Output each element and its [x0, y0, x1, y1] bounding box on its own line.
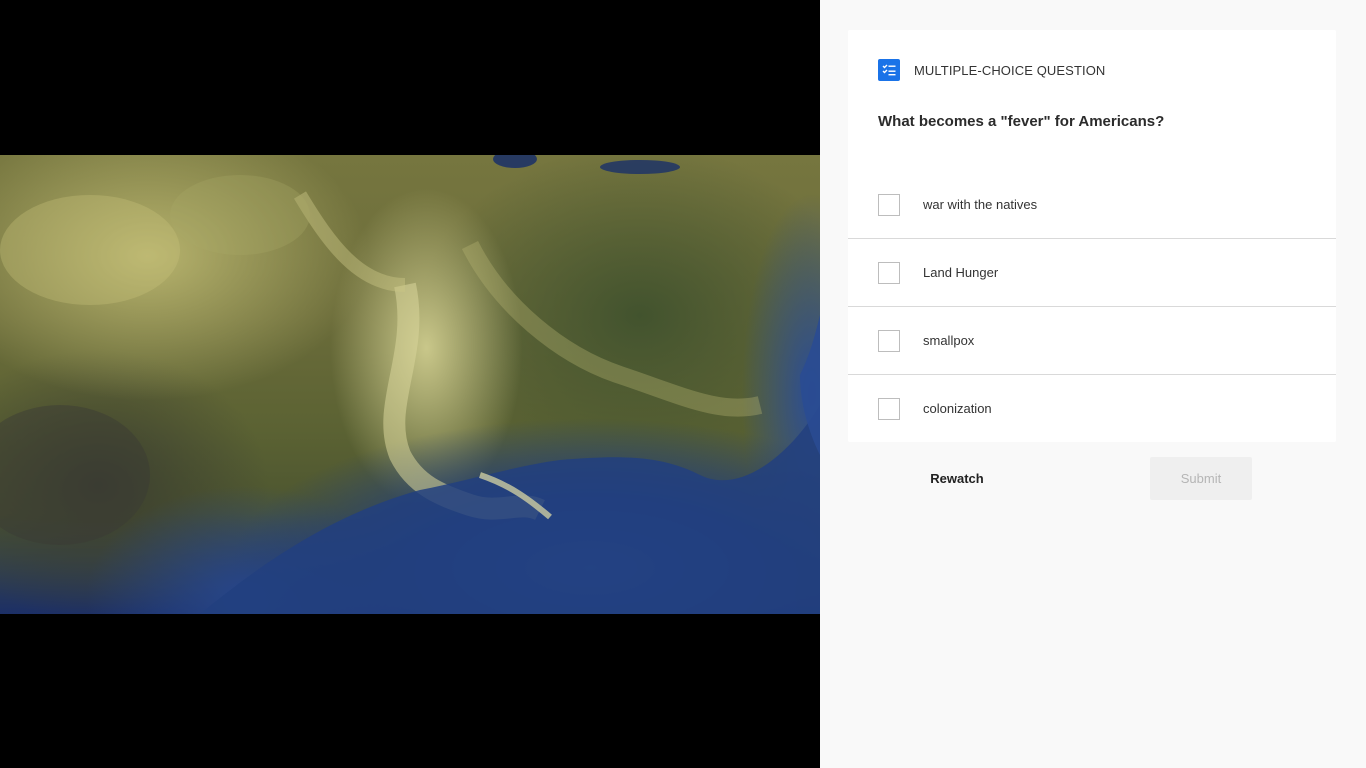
- answer-checkbox[interactable]: [878, 329, 900, 352]
- app-root: MULTIPLE-CHOICE QUESTION What becomes a …: [0, 0, 1366, 768]
- answer-option-2[interactable]: Land Hunger: [848, 239, 1336, 307]
- answer-option-1[interactable]: war with the natives: [848, 171, 1336, 239]
- answer-option-label: smallpox: [923, 333, 975, 348]
- satellite-map-texture: [0, 155, 820, 614]
- question-type-label: MULTIPLE-CHOICE QUESTION: [914, 62, 1106, 78]
- question-header: MULTIPLE-CHOICE QUESTION: [878, 59, 1105, 81]
- answer-option-3[interactable]: smallpox: [848, 307, 1336, 375]
- answer-option-label: war with the natives: [923, 197, 1038, 212]
- answer-options: war with the natives Land Hunger smallpo…: [848, 171, 1336, 442]
- answer-option-label: Land Hunger: [923, 265, 999, 280]
- answer-option-label: colonization: [923, 401, 992, 416]
- question-actions: Rewatch Submit: [848, 457, 1336, 500]
- answer-option-4[interactable]: colonization: [848, 375, 1336, 442]
- question-text: What becomes a "fever" for Americans?: [878, 113, 1165, 130]
- checklist-icon: [878, 59, 900, 81]
- answer-checkbox[interactable]: [878, 193, 900, 216]
- answer-checkbox[interactable]: [878, 261, 900, 284]
- submit-button[interactable]: Submit: [1150, 457, 1252, 500]
- question-card: MULTIPLE-CHOICE QUESTION What becomes a …: [848, 30, 1336, 442]
- video-player[interactable]: [0, 0, 820, 768]
- rewatch-button[interactable]: Rewatch: [908, 457, 1006, 500]
- question-panel: MULTIPLE-CHOICE QUESTION What becomes a …: [820, 0, 1366, 768]
- answer-checkbox[interactable]: [878, 397, 900, 420]
- video-frame-satellite-map: [0, 155, 820, 614]
